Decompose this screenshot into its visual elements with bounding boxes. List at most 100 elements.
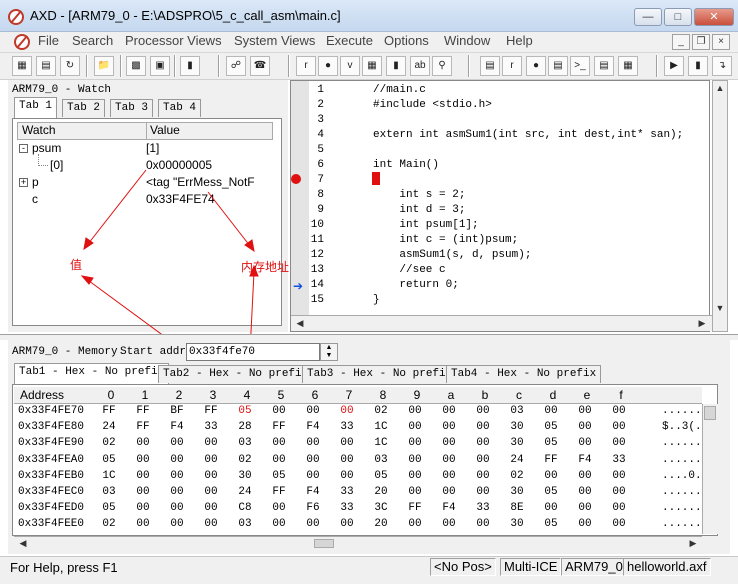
memory-byte[interactable]: 00 xyxy=(398,421,432,433)
memory-byte[interactable]: 00 xyxy=(194,470,228,482)
memory-byte[interactable]: 00 xyxy=(194,437,228,449)
memory-byte[interactable]: 00 xyxy=(398,405,432,417)
memory-byte[interactable]: 33 xyxy=(466,502,500,514)
memory-byte[interactable]: 00 xyxy=(194,502,228,514)
memory-row-address[interactable]: 0x33F4FE70 xyxy=(18,405,84,417)
memory-byte[interactable]: 00 xyxy=(330,405,364,417)
memory-byte[interactable]: 00 xyxy=(602,437,636,449)
memory-byte[interactable]: 02 xyxy=(500,470,534,482)
memory-byte[interactable]: FF xyxy=(92,405,126,417)
memory-byte[interactable]: 00 xyxy=(602,405,636,417)
memory-tab-3[interactable]: Tab3 - Hex - No prefix xyxy=(302,365,458,383)
memory-byte[interactable]: 00 xyxy=(262,454,296,466)
memory-byte[interactable]: F6 xyxy=(296,502,330,514)
memory-byte[interactable]: 02 xyxy=(92,437,126,449)
memory-byte[interactable]: 00 xyxy=(194,518,228,530)
memory-byte[interactable]: 00 xyxy=(330,470,364,482)
memory-byte[interactable]: 30 xyxy=(500,518,534,530)
code-line[interactable]: int psum[1]; xyxy=(373,219,478,231)
code-line[interactable]: #include <stdio.h> xyxy=(373,99,492,111)
memory-byte[interactable]: 00 xyxy=(466,486,500,498)
code-line[interactable]: int d = 3; xyxy=(373,204,465,216)
scroll-left-icon[interactable]: ◀ xyxy=(16,538,30,549)
code-line[interactable]: int Main() xyxy=(373,159,439,171)
memory-byte[interactable]: 00 xyxy=(296,437,330,449)
memory-byte[interactable]: 03 xyxy=(228,518,262,530)
start-address-input[interactable]: 0x33f4fe70 xyxy=(186,343,320,361)
scroll-right-icon[interactable]: ▶ xyxy=(695,318,709,329)
memory-byte[interactable]: 20 xyxy=(364,486,398,498)
code-line[interactable]: return 0; xyxy=(373,279,458,291)
memory-byte[interactable]: 00 xyxy=(466,470,500,482)
memory-tab-1[interactable]: Tab1 - Hex - No prefix xyxy=(14,363,170,384)
scroll-up-icon[interactable]: ▲ xyxy=(713,83,727,93)
memory-byte[interactable]: 05 xyxy=(534,486,568,498)
memory-byte[interactable]: 00 xyxy=(568,470,602,482)
memory-byte[interactable]: 05 xyxy=(534,421,568,433)
memory-byte[interactable]: 00 xyxy=(126,437,160,449)
memory-byte[interactable]: 05 xyxy=(92,454,126,466)
source-editor[interactable] xyxy=(290,80,710,332)
memory-byte[interactable]: 1C xyxy=(364,421,398,433)
memory-byte[interactable]: 00 xyxy=(568,486,602,498)
code-line[interactable]: int s = 2; xyxy=(373,189,465,201)
memory-row-address[interactable]: 0x33F4FEC0 xyxy=(18,486,84,498)
memory-byte[interactable]: 00 xyxy=(194,486,228,498)
memory-byte[interactable]: FF xyxy=(262,421,296,433)
memory-byte[interactable]: 00 xyxy=(398,486,432,498)
memory-byte[interactable]: 00 xyxy=(262,518,296,530)
memory-horizontal-scrollbar[interactable]: ◀ ▶ xyxy=(14,536,702,550)
memory-byte[interactable]: 02 xyxy=(228,454,262,466)
memory-byte[interactable]: 00 xyxy=(262,502,296,514)
memory-byte[interactable]: 00 xyxy=(160,454,194,466)
memory-byte[interactable]: 03 xyxy=(92,486,126,498)
memory-byte[interactable]: 00 xyxy=(432,405,466,417)
memory-byte[interactable]: 00 xyxy=(160,437,194,449)
memory-byte[interactable]: 33 xyxy=(330,421,364,433)
memory-byte[interactable]: 00 xyxy=(602,486,636,498)
memory-byte[interactable]: 00 xyxy=(160,470,194,482)
memory-byte[interactable]: 24 xyxy=(228,486,262,498)
memory-byte[interactable]: 00 xyxy=(296,405,330,417)
address-spinner[interactable]: ▲ ▼ xyxy=(320,343,338,361)
editor-horizontal-scrollbar[interactable]: ◀ ▶ xyxy=(291,315,712,331)
memory-byte[interactable]: 20 xyxy=(364,518,398,530)
memory-byte[interactable]: 00 xyxy=(296,454,330,466)
memory-byte[interactable]: 00 xyxy=(126,454,160,466)
memory-byte[interactable]: 00 xyxy=(432,486,466,498)
memory-byte[interactable]: 30 xyxy=(500,437,534,449)
memory-byte[interactable]: 1C xyxy=(92,470,126,482)
memory-byte[interactable]: 03 xyxy=(228,437,262,449)
memory-byte[interactable]: 00 xyxy=(296,518,330,530)
memory-byte[interactable]: 05 xyxy=(92,502,126,514)
memory-vertical-scrollbar[interactable] xyxy=(702,404,718,534)
memory-byte[interactable]: 00 xyxy=(398,454,432,466)
memory-byte[interactable]: 33 xyxy=(330,502,364,514)
code-line[interactable]: int c = (int)psum; xyxy=(373,234,518,246)
memory-byte[interactable]: 02 xyxy=(92,518,126,530)
memory-byte[interactable]: 00 xyxy=(330,518,364,530)
memory-byte[interactable]: 00 xyxy=(126,470,160,482)
memory-byte[interactable]: 30 xyxy=(500,421,534,433)
memory-byte[interactable]: 00 xyxy=(398,470,432,482)
memory-byte[interactable]: 00 xyxy=(534,470,568,482)
memory-tab-4[interactable]: Tab4 - Hex - No prefix xyxy=(446,365,602,383)
memory-byte[interactable]: 00 xyxy=(466,421,500,433)
memory-byte[interactable]: 00 xyxy=(602,421,636,433)
memory-byte[interactable]: 00 xyxy=(262,405,296,417)
memory-byte[interactable]: FF xyxy=(398,502,432,514)
memory-byte[interactable]: 33 xyxy=(194,421,228,433)
memory-byte[interactable]: 00 xyxy=(602,470,636,482)
memory-byte[interactable]: F4 xyxy=(296,486,330,498)
memory-byte[interactable]: 00 xyxy=(568,405,602,417)
memory-byte[interactable]: 00 xyxy=(126,486,160,498)
memory-byte[interactable]: 00 xyxy=(160,486,194,498)
memory-byte[interactable]: 00 xyxy=(602,518,636,530)
memory-row-address[interactable]: 0x33F4FEB0 xyxy=(18,470,84,482)
memory-byte[interactable]: FF xyxy=(262,486,296,498)
memory-byte[interactable]: 00 xyxy=(432,470,466,482)
memory-byte[interactable]: 00 xyxy=(568,518,602,530)
code-line[interactable]: //main.c xyxy=(373,84,426,96)
memory-byte[interactable]: 30 xyxy=(500,486,534,498)
scroll-right-icon[interactable]: ▶ xyxy=(686,538,700,549)
